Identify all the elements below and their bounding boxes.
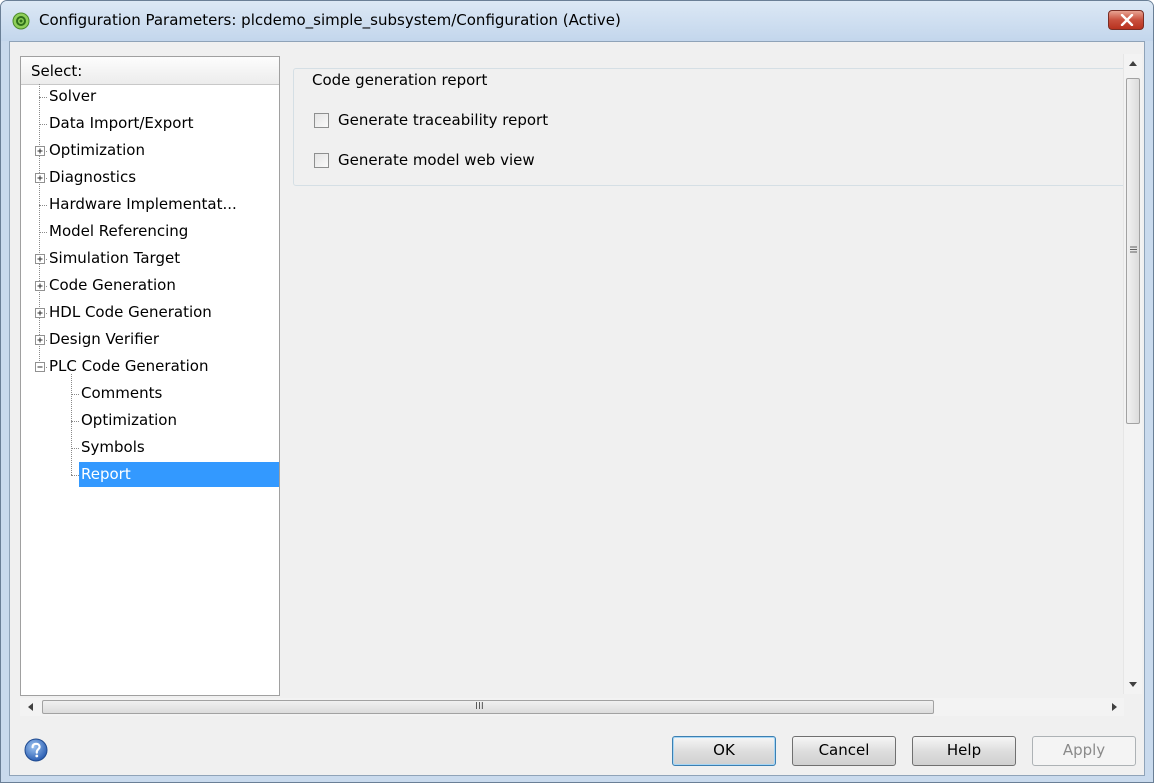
- tree-item-label[interactable]: Optimization: [79, 408, 179, 433]
- code-generation-report-group: Code generation report Generate traceabi…: [293, 68, 1129, 186]
- tree-item-label[interactable]: Optimization: [47, 138, 147, 163]
- tree-item-label[interactable]: Hardware Implementat...: [47, 192, 239, 217]
- traceability-report-label[interactable]: Generate traceability report: [338, 111, 548, 129]
- tree-branch-line: [39, 124, 47, 125]
- tree-item[interactable]: Solver: [21, 84, 279, 111]
- tree-header-label: Select:: [31, 62, 83, 80]
- tree-item[interactable]: Comments: [21, 381, 279, 408]
- scroll-up-icon[interactable]: [1129, 60, 1137, 66]
- title-bar[interactable]: Configuration Parameters: plcdemo_simple…: [1, 1, 1153, 41]
- tree-item-label[interactable]: Symbols: [79, 435, 147, 460]
- expand-plus-icon[interactable]: [35, 281, 45, 291]
- tree-item[interactable]: PLC Code Generation: [21, 354, 279, 381]
- tree-branch-line: [71, 448, 79, 449]
- tree-item[interactable]: HDL Code Generation: [21, 300, 279, 327]
- scroll-right-icon[interactable]: [1112, 703, 1118, 711]
- traceability-report-checkbox[interactable]: [314, 113, 329, 128]
- dialog-window: Configuration Parameters: plcdemo_simple…: [0, 0, 1154, 783]
- tree-item[interactable]: Design Verifier: [21, 327, 279, 354]
- tree-item-label[interactable]: Report: [79, 462, 279, 487]
- tree-item[interactable]: Optimization: [21, 138, 279, 165]
- tree-item-label[interactable]: PLC Code Generation: [47, 354, 211, 379]
- tree-branch-line: [39, 97, 47, 98]
- vertical-scrollbar[interactable]: [1123, 54, 1142, 694]
- vertical-scroll-thumb[interactable]: [1126, 78, 1140, 424]
- tree-item-label[interactable]: Simulation Target: [47, 246, 182, 271]
- tree-item-label[interactable]: Design Verifier: [47, 327, 161, 352]
- model-web-view-checkbox[interactable]: [314, 153, 329, 168]
- cancel-button[interactable]: Cancel: [792, 736, 896, 766]
- tree-branch-line: [71, 475, 79, 476]
- group-title: Code generation report: [308, 71, 492, 89]
- tree-item[interactable]: Hardware Implementat...: [21, 192, 279, 219]
- horizontal-scroll-thumb[interactable]: III: [42, 700, 934, 714]
- settings-panel: Code generation report Generate traceabi…: [285, 54, 1129, 692]
- tree-item[interactable]: Optimization: [21, 408, 279, 435]
- expand-plus-icon[interactable]: [35, 335, 45, 345]
- window-title: Configuration Parameters: plcdemo_simple…: [39, 11, 621, 29]
- tree-item-label[interactable]: Code Generation: [47, 273, 178, 298]
- horizontal-grip: III: [475, 701, 484, 712]
- help-button[interactable]: Help: [912, 736, 1016, 766]
- expand-plus-icon[interactable]: [35, 173, 45, 183]
- collapse-minus-icon[interactable]: [35, 362, 45, 372]
- tree-item-label[interactable]: Diagnostics: [47, 165, 138, 190]
- help-icon[interactable]: [24, 738, 48, 762]
- tree-item[interactable]: Simulation Target: [21, 246, 279, 273]
- close-icon: [1120, 14, 1134, 26]
- tree-branch-line: [39, 205, 47, 206]
- expand-plus-icon[interactable]: [35, 146, 45, 156]
- scroll-down-icon[interactable]: [1129, 682, 1137, 688]
- ok-button[interactable]: OK: [672, 736, 776, 766]
- expand-plus-icon[interactable]: [35, 254, 45, 264]
- category-tree[interactable]: Select: Solver Data Import/Export Optimiza…: [20, 56, 280, 696]
- expand-plus-icon[interactable]: [35, 308, 45, 318]
- horizontal-scrollbar[interactable]: III: [20, 698, 1124, 716]
- tree-item[interactable]: Diagnostics: [21, 165, 279, 192]
- tree-item[interactable]: Data Import/Export: [21, 111, 279, 138]
- tree-item[interactable]: Report: [21, 462, 279, 489]
- scroll-left-icon[interactable]: [27, 703, 33, 711]
- close-button[interactable]: [1108, 10, 1144, 30]
- tree-item-label[interactable]: Solver: [47, 84, 98, 109]
- tree-item-label[interactable]: HDL Code Generation: [47, 300, 214, 325]
- tree-branch-line: [39, 232, 47, 233]
- simulink-gear-icon: [12, 12, 30, 30]
- tree-item[interactable]: Code Generation: [21, 273, 279, 300]
- tree-branch-line: [71, 394, 79, 395]
- apply-button[interactable]: Apply: [1032, 736, 1136, 766]
- grip-icon: [1130, 246, 1137, 253]
- model-web-view-label[interactable]: Generate model web view: [338, 151, 535, 169]
- tree-item-label[interactable]: Model Referencing: [47, 219, 190, 244]
- tree-header: Select:: [21, 57, 279, 85]
- dialog-client-area: Select: Solver Data Import/Export Optimiza…: [9, 41, 1145, 776]
- tree-item[interactable]: Model Referencing: [21, 219, 279, 246]
- tree-branch-line: [71, 421, 79, 422]
- tree-item-label[interactable]: Comments: [79, 381, 164, 406]
- tree-item[interactable]: Symbols: [21, 435, 279, 462]
- tree-item-label[interactable]: Data Import/Export: [47, 111, 196, 136]
